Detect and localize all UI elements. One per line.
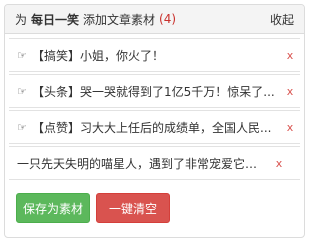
account-name: 每日一笑 — [31, 12, 80, 27]
remove-item-button[interactable]: x — [286, 85, 294, 98]
hand-pointer-icon: ☞ — [17, 48, 27, 62]
action-buttons: 保存为素材 一键清空 — [16, 193, 170, 223]
panel-header: 为 每日一笑 添加文章素材 (4) 收起 — [5, 5, 304, 34]
hand-pointer-icon: ☞ — [17, 120, 27, 134]
hand-pointer-icon: ☞ — [17, 84, 27, 98]
item-title: 一只先天失明的喵星人，遇到了非常宠爱它的... — [17, 156, 267, 171]
list-item[interactable]: 一只先天失明的喵星人，遇到了非常宠爱它的... x — [9, 146, 300, 180]
clear-all-button[interactable]: 一键清空 — [96, 193, 170, 223]
remove-item-button[interactable]: x — [286, 121, 294, 134]
header-action: 添加文章素材 — [83, 12, 156, 27]
collapse-button[interactable]: 收起 — [270, 11, 294, 28]
remove-item-button[interactable]: x — [286, 49, 294, 62]
save-as-material-button[interactable]: 保存为素材 — [16, 193, 90, 223]
header-prefix: 为 — [15, 12, 28, 27]
item-title: 【搞笑】小姐，你火了！ — [32, 48, 165, 63]
item-title: 【头条】哭一哭就得到了1亿5千万！惊呆了... — [32, 84, 275, 99]
list-item[interactable]: ☞ 【头条】哭一哭就得到了1亿5千万！惊呆了... x — [9, 74, 300, 108]
article-list: ☞ 【搞笑】小姐，你火了！ x ☞ 【头条】哭一哭就得到了1亿5千万！惊呆了..… — [5, 34, 304, 180]
item-title: 【点赞】习大大上任后的成绩单，全国人民... — [32, 120, 272, 135]
list-item[interactable]: ☞ 【点赞】习大大上任后的成绩单，全国人民... x — [9, 110, 300, 144]
remove-item-button[interactable]: x — [275, 157, 283, 170]
item-count: (4) — [159, 12, 177, 26]
list-item[interactable]: ☞ 【搞笑】小姐，你火了！ x — [9, 38, 300, 72]
